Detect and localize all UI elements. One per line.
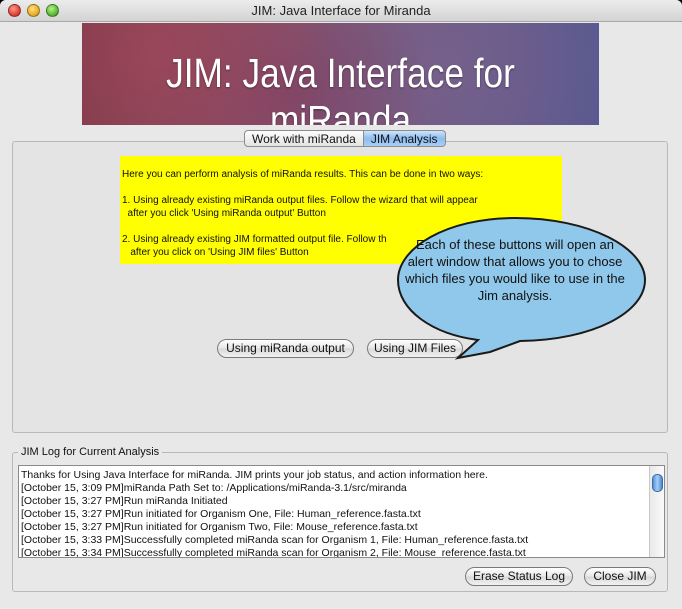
log-line: [October 15, 3:09 PM]miRanda Path Set to… [21, 482, 407, 494]
using-miranda-output-button[interactable]: Using miRanda output [217, 339, 354, 358]
log-line: [October 15, 3:27 PM]Run initiated for O… [21, 508, 421, 520]
tab-work-with-miranda[interactable]: Work with miRanda [244, 130, 364, 147]
erase-status-log-button[interactable]: Erase Status Log [465, 567, 573, 586]
tab-jim-analysis[interactable]: JIM Analysis [363, 130, 446, 147]
log-line: [October 15, 3:33 PM]Successfully comple… [21, 534, 529, 546]
tab-bar: Work with miRanda JIM Analysis [244, 130, 446, 148]
log-line: Thanks for Using Java Interface for miRa… [21, 469, 488, 481]
using-jim-files-button[interactable]: Using JIM Files [367, 339, 463, 358]
window-title: JIM: Java Interface for Miranda [251, 3, 431, 18]
log-line: [October 15, 3:27 PM]Run initiated for O… [21, 521, 418, 533]
scrollbar-thumb[interactable] [652, 474, 663, 492]
log-lines: Thanks for Using Java Interface for miRa… [19, 469, 529, 558]
banner-title: JIM: Java Interface for miRanda [166, 50, 515, 125]
log-scrollbar[interactable] [649, 466, 664, 557]
callout-text: Each of these buttons will open an alert… [405, 237, 625, 303]
title-bar[interactable]: JIM: Java Interface for Miranda [0, 0, 682, 22]
log-line: [October 15, 3:34 PM]Successfully comple… [21, 547, 526, 558]
app-window: JIM: Java Interface for Miranda JIM: Jav… [0, 0, 682, 609]
log-title: JIM Log for Current Analysis [18, 446, 163, 458]
close-jim-button[interactable]: Close JIM [584, 567, 656, 586]
banner-logo: JIM: Java Interface for miRanda [82, 23, 599, 125]
log-line: [October 15, 3:27 PM]Run miRanda Initiat… [21, 495, 228, 507]
log-text-area[interactable]: Thanks for Using Java Interface for miRa… [18, 465, 665, 558]
